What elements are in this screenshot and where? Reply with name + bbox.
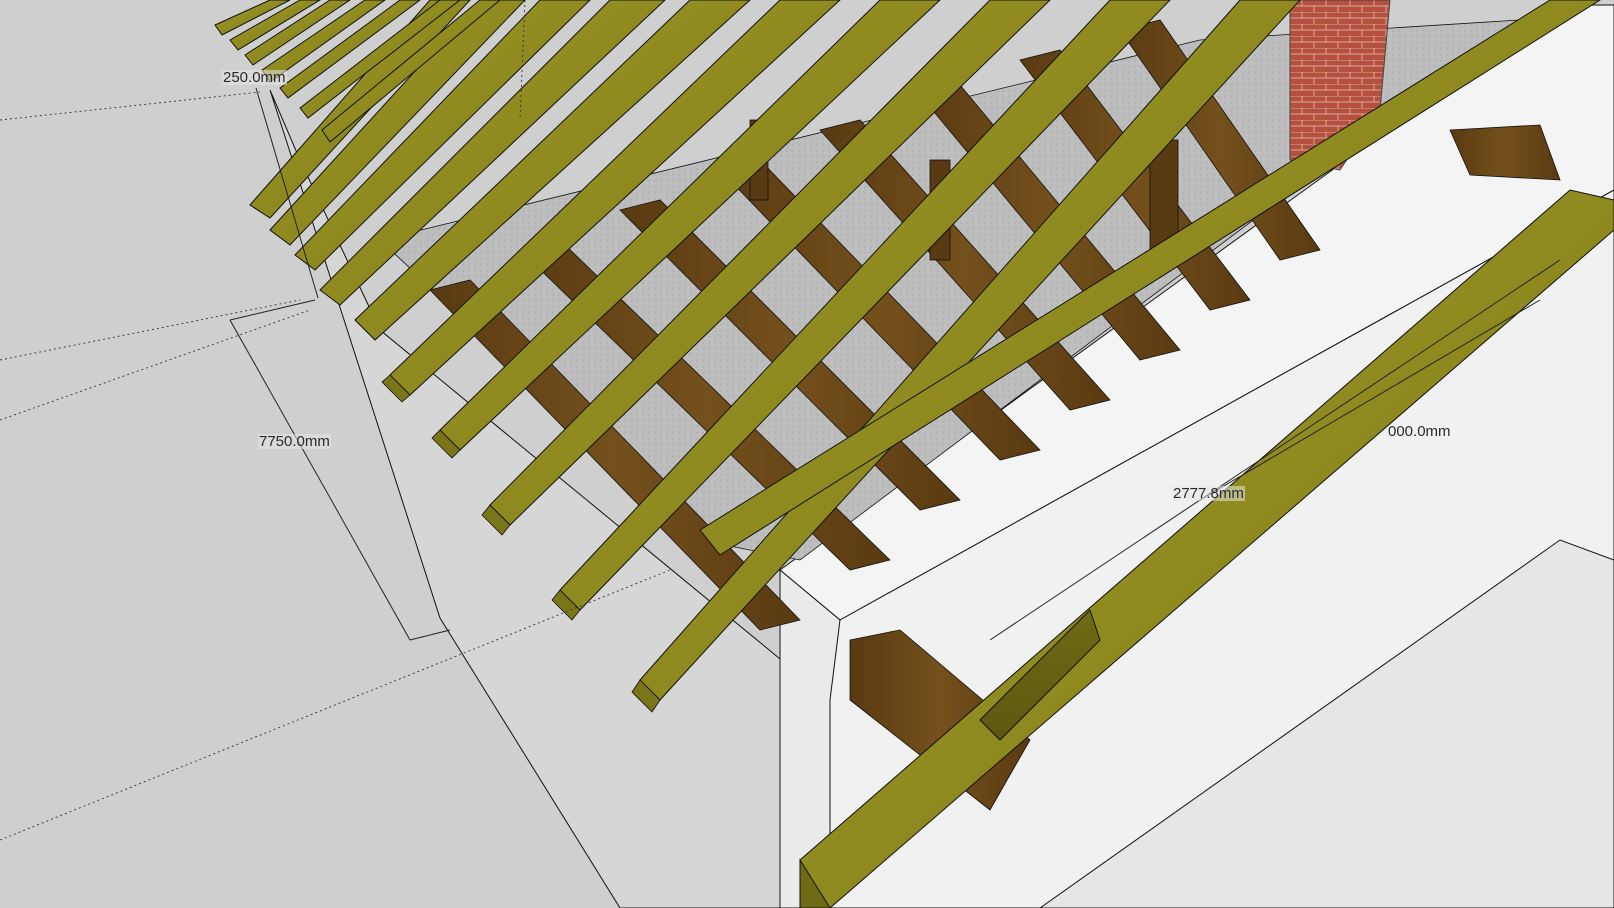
sketchup-3d-viewport[interactable]: 250.0mm 7750.0mm 2777.8mm 000.0mm bbox=[0, 0, 1614, 908]
roof-framing-model[interactable] bbox=[0, 0, 1614, 908]
